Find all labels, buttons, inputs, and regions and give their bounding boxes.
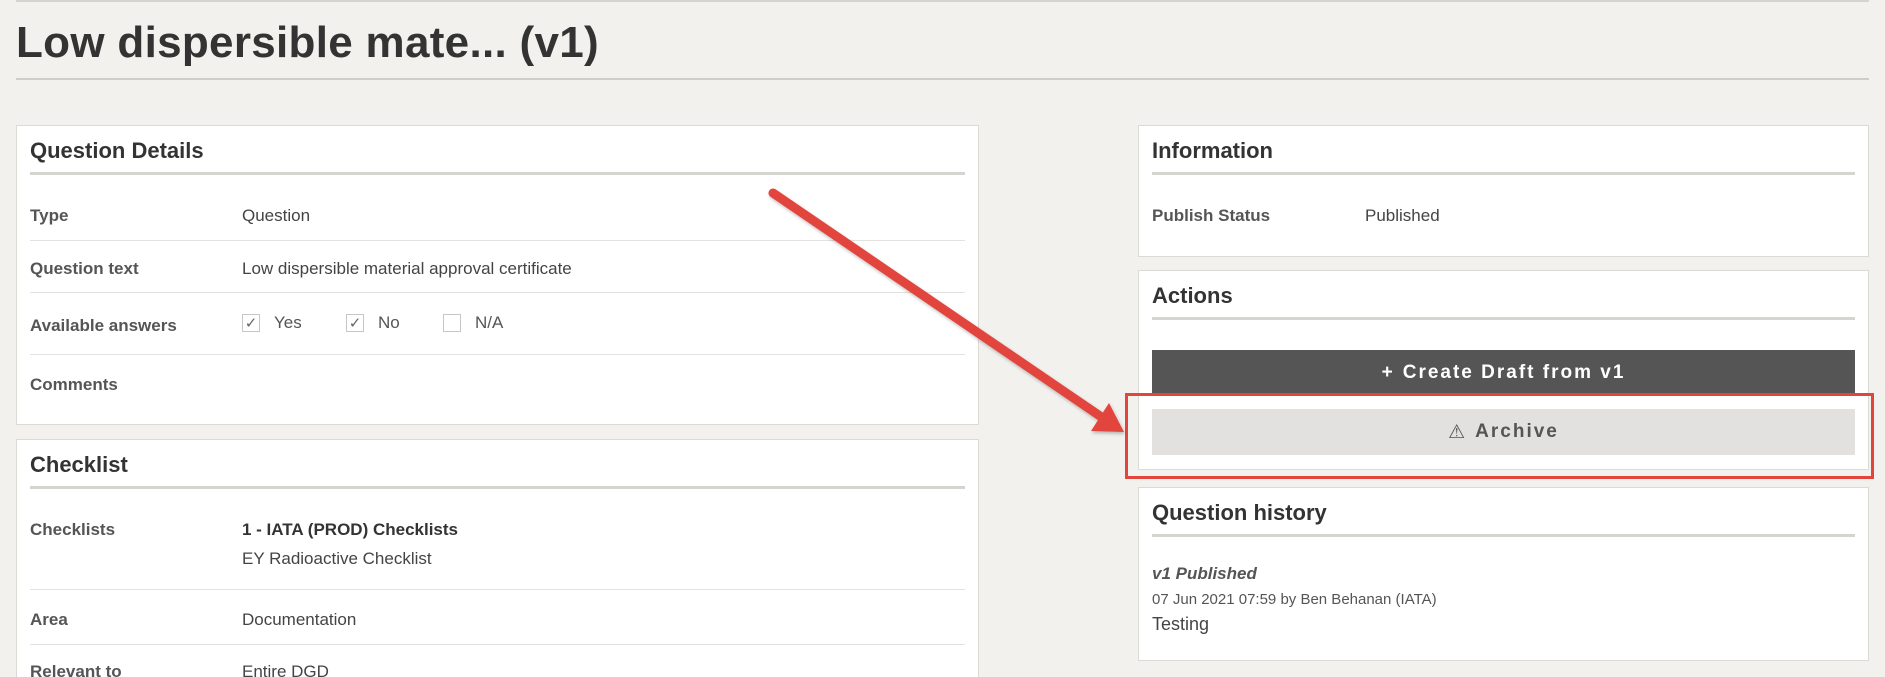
plus-icon: +	[1381, 362, 1395, 383]
detail-row-type: Type Question	[30, 206, 965, 241]
panel-heading: Question history	[1152, 500, 1855, 537]
detail-row-comments: Comments	[30, 375, 965, 405]
info-row-publish-status: Publish Status Published	[1152, 206, 1855, 232]
panel-heading: Checklist	[30, 452, 965, 489]
actions-panel: Actions + Create Draft from v1 ⚠ Archive	[1138, 270, 1869, 470]
relevant-value: Entire DGD	[242, 662, 329, 677]
page-title: Low dispersible mate... (v1)	[16, 18, 599, 67]
type-label: Type	[30, 206, 69, 225]
archive-button[interactable]: ⚠ Archive	[1152, 409, 1855, 455]
create-draft-button[interactable]: + Create Draft from v1	[1152, 350, 1855, 396]
publish-status-label: Publish Status	[1152, 206, 1271, 225]
history-note: Testing	[1152, 614, 1210, 634]
checklist-panel: Checklist Checklists 1 - IATA (PROD) Che…	[16, 439, 979, 677]
question-text-label: Question text	[30, 259, 139, 278]
checkbox-no[interactable]: ✓	[346, 314, 364, 332]
detail-row-available-answers: Available answers ✓ Yes ✓ No N/A	[30, 313, 965, 355]
area-label: Area	[30, 610, 68, 629]
publish-status-value: Published	[1365, 206, 1440, 225]
answer-label: N/A	[475, 313, 504, 332]
area-value: Documentation	[242, 610, 357, 629]
answer-na[interactable]: N/A	[443, 313, 503, 333]
archive-label: Archive	[1475, 421, 1559, 442]
checklists-label: Checklists	[30, 520, 116, 539]
answer-yes[interactable]: ✓ Yes	[242, 313, 302, 333]
panel-heading: Information	[1152, 138, 1855, 175]
title-divider	[16, 78, 1869, 80]
checkbox-na[interactable]	[443, 314, 461, 332]
panel-heading: Question Details	[30, 138, 965, 175]
history-version: v1 Published	[1152, 564, 1257, 583]
panel-heading: Actions	[1152, 283, 1855, 320]
question-text-value: Low dispersible material approval certif…	[242, 259, 572, 278]
checklist-row-area: Area Documentation	[30, 610, 965, 645]
checklist-row-relevant: Relevant to Entire DGD	[30, 662, 965, 677]
history-entry: v1 Published 07 Jun 2021 07:59 by Ben Be…	[1152, 564, 1437, 635]
checklists-secondary: EY Radioactive Checklist	[242, 549, 432, 568]
detail-row-question-text: Question text Low dispersible material a…	[30, 259, 965, 293]
top-rule	[16, 0, 1869, 2]
available-answers-label: Available answers	[30, 316, 177, 335]
answer-no[interactable]: ✓ No	[346, 313, 400, 333]
question-details-panel: Question Details Type Question Question …	[16, 125, 979, 425]
checklist-row-checklists: Checklists 1 - IATA (PROD) Checklists EY…	[30, 520, 965, 590]
question-history-panel: Question history v1 Published 07 Jun 202…	[1138, 487, 1869, 661]
checklists-primary: 1 - IATA (PROD) Checklists	[242, 520, 458, 539]
create-draft-label: Create Draft from v1	[1402, 362, 1626, 383]
answer-label: No	[378, 313, 400, 332]
information-panel: Information Publish Status Published	[1138, 125, 1869, 257]
comments-label: Comments	[30, 375, 118, 394]
relevant-label: Relevant to	[30, 662, 122, 677]
checkbox-yes[interactable]: ✓	[242, 314, 260, 332]
type-value: Question	[242, 206, 311, 225]
history-meta: 07 Jun 2021 07:59 by Ben Behanan (IATA)	[1152, 591, 1437, 608]
warning-icon: ⚠	[1448, 421, 1468, 443]
answer-label: Yes	[274, 313, 302, 332]
